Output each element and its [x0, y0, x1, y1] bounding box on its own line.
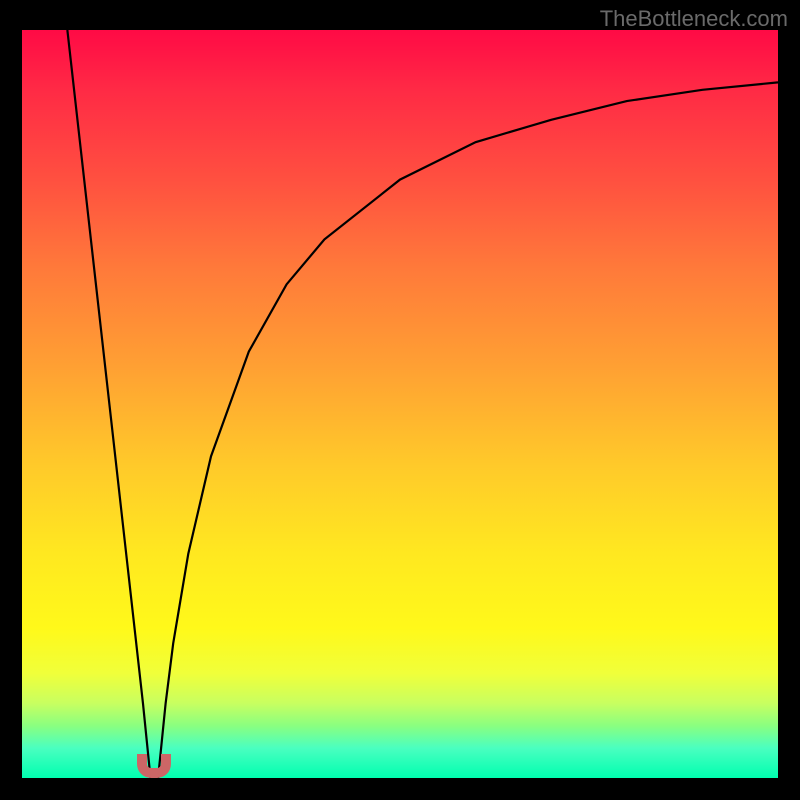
curve-left-branch: [67, 30, 150, 778]
curve-layer: [22, 30, 778, 778]
watermark-text: TheBottleneck.com: [600, 6, 788, 32]
curve-right-branch: [158, 82, 778, 778]
bottleneck-marker: [137, 754, 171, 778]
plot-area: [22, 30, 778, 778]
